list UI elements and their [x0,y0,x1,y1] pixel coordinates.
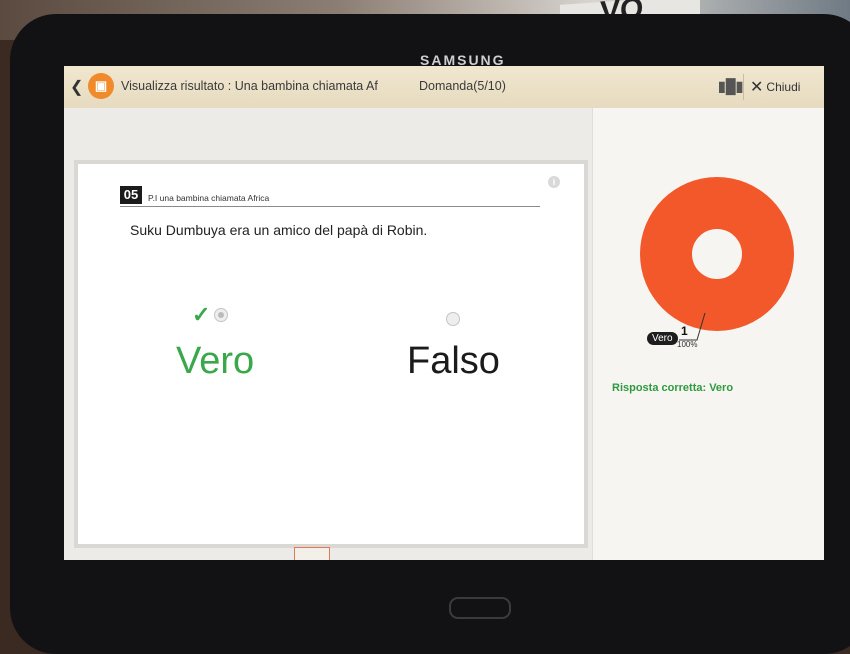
close-label: Chiudi [766,80,801,94]
close-icon: ✕ [750,79,764,96]
legend-label: Vero [647,332,678,345]
title-divider [743,74,744,100]
option-falso[interactable]: Falso [407,340,500,383]
legend-count: 1 [681,324,688,338]
window-title: Visualizza risultato : Una bambina chiam… [121,79,378,93]
question-counter: Domanda(5/10) [419,79,506,93]
radio-falso[interactable] [446,312,460,326]
bar-chart-icon[interactable]: ▮█▮ [718,78,743,95]
app-icon[interactable]: ▣ [88,73,114,99]
screen: ❮ ▣ Visualizza risultato : Una bambina c… [64,66,824,560]
legend-percent: 100% [677,340,698,349]
correct-answer-text: Risposta corretta: Vero [612,382,734,394]
question-card: 05 P.I una bambina chiamata Africa i Suk… [74,160,588,548]
active-page-highlight [294,547,330,560]
back-icon[interactable]: ❮ [70,77,83,97]
radio-vero[interactable] [214,308,228,322]
question-source: P.I una bambina chiamata Africa [148,193,270,203]
results-donut-chart [640,177,794,341]
results-panel: Vero 1 100% Risposta corretta: Vero [592,108,824,560]
donut-hole [692,229,742,279]
header-divider [120,206,540,207]
question-pager: ◀ 01 02 03 04 05 06 07 08 09 10 ▶ [64,544,592,560]
info-icon[interactable]: i [548,176,560,188]
correct-check-icon: ✓ [192,302,211,327]
close-button[interactable]: ✕ Chiudi [750,77,800,97]
question-text: Suku Dumbuya era un amico del papà di Ro… [130,222,428,238]
question-area: 05 P.I una bambina chiamata Africa i Suk… [64,108,592,560]
home-button[interactable] [449,597,511,619]
title-bar: ❮ ▣ Visualizza risultato : Una bambina c… [64,66,824,109]
question-number: 05 [120,186,142,204]
option-vero[interactable]: Vero [176,340,254,383]
